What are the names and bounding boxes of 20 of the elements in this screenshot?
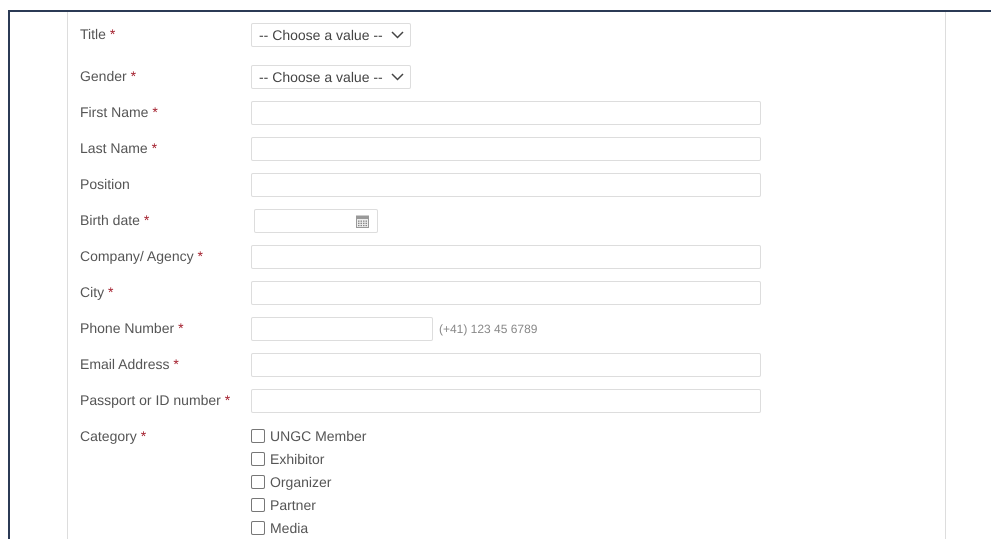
field-label: Phone Number * — [80, 320, 184, 336]
field-label: Company/ Agency * — [80, 248, 203, 264]
checkbox-label: Organizer — [270, 474, 332, 490]
field-label: Birth date * — [80, 212, 150, 228]
checkbox-label: Media — [270, 520, 308, 536]
checkbox-label: Partner — [270, 497, 316, 513]
dropdown[interactable]: -- Choose a value -- — [251, 23, 411, 47]
checkbox-label: Exhibitor — [270, 451, 324, 467]
field-label: Category * — [80, 428, 146, 444]
field-label: Passport or ID number * — [80, 392, 230, 408]
field-label: Gender * — [80, 68, 136, 84]
field-label: Title * — [80, 26, 116, 42]
field-label: First Name * — [80, 104, 158, 120]
format-hint: (+41) 123 45 6789 — [439, 321, 538, 336]
field-label: Position — [80, 176, 130, 192]
field-label: Email Address * — [80, 356, 179, 372]
checkbox-label: UNGC Member — [270, 428, 366, 444]
dropdown[interactable]: -- Choose a value -- — [251, 65, 411, 89]
field-label: Last Name * — [80, 140, 158, 156]
field-label: City * — [80, 284, 114, 300]
